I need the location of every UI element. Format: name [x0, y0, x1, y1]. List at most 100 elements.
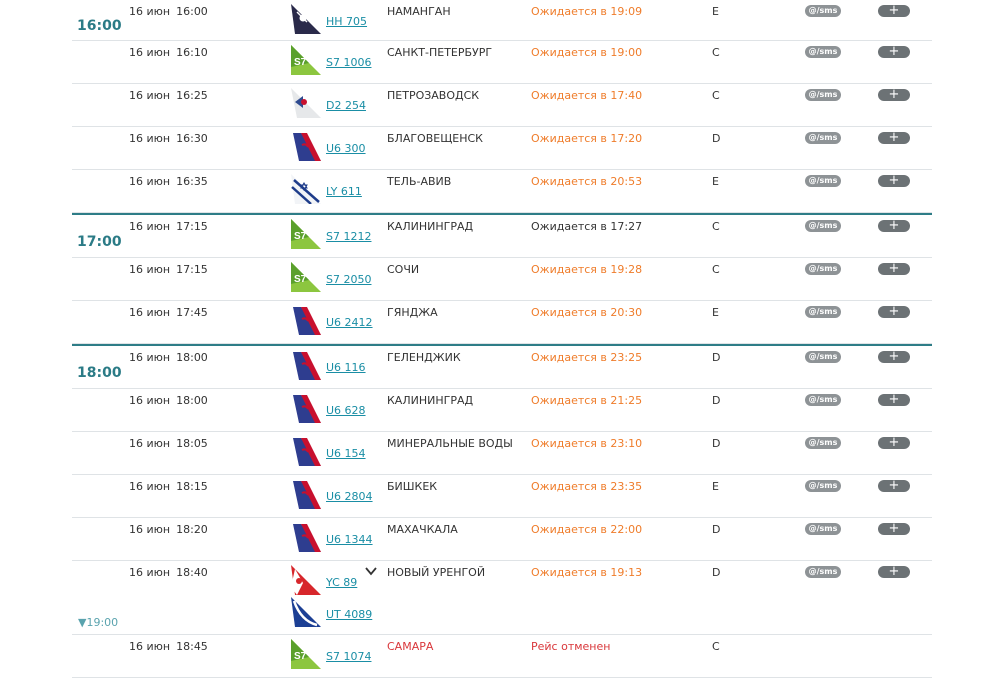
table-row[interactable]: 16 июн 17:45 U6 2412 ГЯНДЖА Ожидается в 20:3…: [72, 301, 932, 344]
ural-airlines-logo-icon: [291, 305, 321, 335]
destination: МИНЕРАЛЬНЫЕ ВОДЫ: [387, 437, 513, 450]
add-flight-button[interactable]: +: [878, 4, 910, 17]
table-row[interactable]: 16 июн 17:15 S7 S7 2050 СОЧИ Ожидается в 19:2…: [72, 258, 932, 301]
sms-notify-button[interactable]: @/sms: [805, 523, 841, 535]
flight-number-link[interactable]: U6 154: [326, 447, 366, 460]
add-flight-button[interactable]: +: [878, 88, 910, 101]
sms-notify-button[interactable]: @/sms: [805, 566, 841, 578]
sms-notify-button[interactable]: @/sms: [805, 480, 841, 492]
table-row[interactable]: 16 июн 18:05 U6 154 МИНЕРАЛЬНЫЕ ВОДЫ Ожидает…: [72, 432, 932, 475]
add-flight-button[interactable]: +: [878, 45, 910, 58]
flight-number-link[interactable]: UT 4089: [326, 608, 372, 621]
table-row[interactable]: 16 июн 16:30 U6 300 БЛАГОВЕЩЕНСК Ожидается в…: [72, 127, 932, 170]
add-flight-button[interactable]: +: [878, 350, 910, 363]
scheduled-time: 18:40: [176, 566, 208, 579]
flight-number-link[interactable]: S7 1212: [326, 230, 371, 243]
sms-notify-button[interactable]: @/sms: [805, 351, 841, 363]
somon-air-logo-icon: [291, 4, 321, 34]
add-flight-button[interactable]: +: [878, 436, 910, 449]
table-row[interactable]: 16 июн 18:40 YC 89 UT 4089 НОВЫЙ УРЕНГОЙ Ожид…: [72, 561, 932, 635]
add-flight-button[interactable]: +: [878, 219, 910, 232]
flight-number-link[interactable]: U6 2804: [326, 490, 373, 503]
next-hour-toggle[interactable]: ▼19:00: [78, 616, 118, 629]
terminal: C: [712, 46, 720, 59]
flight-status: Ожидается в 17:27: [531, 220, 643, 233]
add-flight-button[interactable]: +: [878, 174, 910, 187]
hour-label: 16:00: [77, 18, 122, 34]
destination: ГЯНДЖА: [387, 306, 438, 319]
chevron-down-icon[interactable]: [364, 565, 378, 577]
scheduled-date: 16 июн: [129, 523, 171, 536]
flight-status: Ожидается в 21:25: [531, 394, 643, 407]
add-flight-button[interactable]: +: [878, 393, 910, 406]
sms-notify-button[interactable]: @/sms: [805, 263, 841, 275]
scheduled-date: 16 июн: [129, 480, 171, 493]
flight-number-link[interactable]: U6 2412: [326, 316, 373, 329]
flight-number-link[interactable]: U6 116: [326, 361, 366, 374]
table-row[interactable]: 17:00 16 июн 17:15 S7 S7 1212 КАЛИНИНГРАД Ожид…: [72, 215, 932, 258]
flight-number-link[interactable]: S7 1006: [326, 56, 371, 69]
table-row[interactable]: 16 июн 16:10 S7 S7 1006 САНКТ-ПЕТЕРБУРГ Ожида…: [72, 41, 932, 84]
sms-notify-button[interactable]: @/sms: [805, 437, 841, 449]
destination: ПЕТРОЗАВОДСК: [387, 89, 480, 102]
table-row[interactable]: 16 июн 18:15 U6 2804 БИШКЕК Ожидается в 23:3…: [72, 475, 932, 518]
scheduled-date: 16 июн: [129, 437, 171, 450]
scheduled-date: 16 июн: [129, 306, 171, 319]
table-row[interactable]: 16 июн 18:00 U6 628 КАЛИНИНГРАД Ожидается в …: [72, 389, 932, 432]
ural-airlines-logo-icon: [291, 479, 321, 509]
flight-number-link[interactable]: U6 1344: [326, 533, 373, 546]
table-row[interactable]: 16 июн 18:20 U6 1344 МАХАЧКАЛА Ожидается в 2…: [72, 518, 932, 561]
flight-number-link[interactable]: YC 89: [326, 576, 357, 589]
sms-notify-button[interactable]: @/sms: [805, 394, 841, 406]
table-row[interactable]: 16 июн 16:25 D2 254 ПЕТРОЗАВОДСК Ожидается в…: [72, 84, 932, 127]
scheduled-time: 18:20: [176, 523, 208, 536]
flight-number-link[interactable]: D2 254: [326, 99, 366, 112]
add-flight-button[interactable]: +: [878, 262, 910, 275]
scheduled-datetime: 16 июн 18:45: [129, 640, 208, 653]
hour-group: 18:00 16 июн 18:00 U6 116 ГЕЛЕНДЖИК Ожидается…: [72, 344, 932, 678]
sms-notify-button[interactable]: @/sms: [805, 5, 841, 17]
table-row[interactable]: 16 июн 16:35 LY 611 ТЕЛЬ-АВИВ Ожидается в 20…: [72, 170, 932, 213]
sms-notify-button[interactable]: @/sms: [805, 89, 841, 101]
flight-number-link[interactable]: S7 1074: [326, 650, 371, 663]
add-flight-button[interactable]: +: [878, 565, 910, 578]
ural-airlines-logo-icon: [291, 131, 321, 161]
table-row[interactable]: 16 июн 18:45 S7 S7 1074 САМАРА Рейс отменен C: [72, 635, 932, 678]
ural-airlines-logo-icon: [291, 350, 321, 380]
scheduled-date: 16 июн: [129, 220, 171, 233]
flight-number-link[interactable]: LY 611: [326, 185, 362, 198]
add-flight-button[interactable]: +: [878, 305, 910, 318]
add-flight-button[interactable]: +: [878, 479, 910, 492]
yamal-logo-icon: [291, 565, 321, 595]
flight-status: Ожидается в 19:28: [531, 263, 643, 276]
svg-text:S7: S7: [294, 274, 307, 285]
terminal: D: [712, 132, 721, 145]
ural-airlines-logo-icon: [291, 436, 321, 466]
flight-number-link[interactable]: HH 705: [326, 15, 367, 28]
sms-notify-button[interactable]: @/sms: [805, 175, 841, 187]
flight-status: Ожидается в 19:00: [531, 46, 643, 59]
flight-number-link[interactable]: U6 628: [326, 404, 366, 417]
flight-number-link[interactable]: U6 300: [326, 142, 366, 155]
destination: БИШКЕК: [387, 480, 438, 493]
terminal: D: [712, 566, 721, 579]
flight-number-link[interactable]: S7 2050: [326, 273, 371, 286]
flight-status: Ожидается в 19:09: [531, 5, 643, 18]
table-row[interactable]: 16:00 16 июн 16:00 HH 705 НАМАНГАН Ожидается …: [72, 0, 932, 41]
sms-notify-button[interactable]: @/sms: [805, 306, 841, 318]
svg-text:S7: S7: [294, 231, 307, 242]
table-row[interactable]: 18:00 16 июн 18:00 U6 116 ГЕЛЕНДЖИК Ожидается…: [72, 346, 932, 389]
flight-status: Ожидается в 23:10: [531, 437, 643, 450]
sms-notify-button[interactable]: @/sms: [805, 132, 841, 144]
sms-notify-button[interactable]: @/sms: [805, 220, 841, 232]
destination: МАХАЧКАЛА: [387, 523, 458, 536]
scheduled-time: 18:00: [176, 394, 208, 407]
sms-notify-button[interactable]: @/sms: [805, 46, 841, 58]
scheduled-time: 16:00: [176, 5, 208, 18]
scheduled-time: 16:25: [176, 89, 208, 102]
scheduled-datetime: 16 июн 16:25: [129, 89, 208, 102]
add-flight-button[interactable]: +: [878, 131, 910, 144]
add-flight-button[interactable]: +: [878, 522, 910, 535]
flight-status: Рейс отменен: [531, 640, 611, 653]
destination: САМАРА: [387, 640, 434, 653]
